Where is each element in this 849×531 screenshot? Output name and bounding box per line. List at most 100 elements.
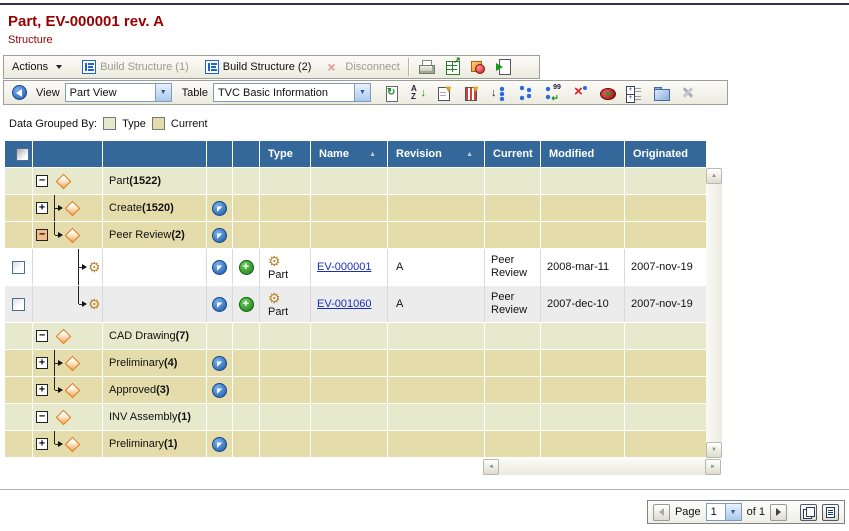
group-label-cell: Part (1522) [103,168,206,194]
folder-icon[interactable] [653,85,669,101]
scroll-left-button[interactable]: ◄ [483,459,499,475]
add-cell [233,168,259,194]
navigate-structure-icon[interactable] [212,260,227,275]
cut-structure-icon[interactable] [572,85,588,101]
navigate-structure-icon[interactable] [212,356,227,371]
revision-cell [388,350,484,376]
row-select-cell[interactable] [5,286,32,322]
structure-table: TypeName▲ Revision ▲ CurrentModified Origina… [5,141,706,458]
previous-page-button[interactable] [653,504,670,521]
navigate-structure-icon[interactable] [212,437,227,452]
add-cell[interactable] [233,286,259,322]
add-cell[interactable] [233,249,259,285]
expand-toggle[interactable]: + [36,438,48,450]
vertical-scrollbar[interactable]: ▲ ▼ [706,168,722,458]
sort-ascending-icon[interactable]: ▲ [466,151,473,158]
add-expand-icon[interactable] [239,297,254,312]
row-checkbox[interactable] [12,298,25,311]
column-revision[interactable]: Revision ▲ [388,141,484,167]
group-label: CAD Drawing [109,330,176,342]
navigate-cell[interactable] [207,377,232,403]
horizontal-scrollbar[interactable]: ◄ ► [483,459,721,475]
expand-level-icon[interactable] [491,85,507,101]
expand-toggle[interactable]: − [36,330,48,342]
expand-toggle[interactable]: + [36,384,48,396]
vertical-scroll-track[interactable] [706,184,722,442]
view-select[interactable]: Part View ▼ [65,83,172,102]
expand-toggle[interactable]: + [36,357,48,369]
filter-edit-icon[interactable] [437,85,453,101]
scroll-right-button[interactable]: ► [705,459,721,475]
navigate-cell[interactable] [207,195,232,221]
expand-toggle[interactable]: + [36,202,48,214]
expand-to-level-icon[interactable] [545,85,561,101]
tree-arrow-icon [58,232,63,238]
visualize-icon[interactable] [470,59,486,75]
build-structure-2-button[interactable]: Build Structure (2) [205,60,312,74]
actions-menu-button[interactable]: Actions [12,61,62,73]
add-expand-icon[interactable] [239,260,254,275]
navigate-cell[interactable] [207,431,232,457]
object-link[interactable]: EV-001060 [317,298,371,310]
column-type[interactable]: Type [260,141,310,167]
refresh-icon[interactable] [383,85,399,101]
row-select-cell[interactable] [5,249,32,285]
scroll-down-button[interactable]: ▼ [706,442,722,458]
column-modified[interactable]: Modified [541,141,624,167]
reporting-icon[interactable] [599,85,615,101]
data-grouped-by: Data Grouped By: TypeCurrent [9,117,208,130]
view-select-value: Part View [70,87,117,99]
navigate-structure-icon[interactable] [212,201,227,216]
filter-table-icon[interactable] [464,85,480,101]
navigate-structure-icon[interactable] [212,297,227,312]
expand-toggle[interactable]: − [36,411,48,423]
add-cell [233,222,259,248]
tree-arrow-icon [82,301,87,307]
navigate-structure-icon[interactable] [212,228,227,243]
export-table-icon[interactable] [444,59,460,75]
build-structure-1-button[interactable]: Build Structure (1) [82,60,189,74]
tree-cell: + [33,431,102,457]
object-link[interactable]: EV-000001 [317,261,371,273]
column-originated[interactable]: Originated [625,141,706,167]
row-select-cell [5,377,32,403]
scroll-up-button[interactable]: ▲ [706,168,722,184]
next-page-button[interactable] [770,504,787,521]
select-levels-icon[interactable] [626,85,642,101]
sort-ascending-icon[interactable]: ▲ [369,151,376,158]
column-current[interactable]: Current [485,141,540,167]
disconnect-button[interactable]: Disconnect [325,59,399,75]
originated-cell [625,404,706,430]
printer-icon[interactable] [418,59,434,75]
details-view-button[interactable] [822,504,839,521]
grouping-swatch[interactable] [152,117,165,130]
row-checkbox[interactable] [12,261,25,274]
grouping-swatch[interactable] [103,117,116,130]
column-name[interactable]: Name▲ [311,141,387,167]
current-cell [485,431,540,457]
select-all-checkbox[interactable] [16,148,29,161]
back-icon[interactable] [12,85,27,100]
table-select[interactable]: TVC Basic Information ▼ [213,83,371,102]
disconnect-x-icon [325,59,341,75]
expand-toggle[interactable]: − [36,175,48,187]
navigate-cell[interactable] [207,222,232,248]
tools-icon[interactable] [680,85,696,101]
navigate-cell[interactable] [207,249,232,285]
navigate-structure-icon[interactable] [212,383,227,398]
group-row: − CAD Drawing (7) [5,323,706,349]
group-label-cell: CAD Drawing (7) [103,323,206,349]
column-revision-label: Revision [396,148,442,160]
expand-toggle[interactable]: − [36,229,48,241]
horizontal-scroll-track[interactable] [499,459,705,475]
export-structure-icon[interactable] [496,59,512,75]
column-originated-label: Originated [633,148,688,160]
navigate-cell[interactable] [207,286,232,322]
expand-all-icon[interactable] [518,85,534,101]
multi-window-view-button[interactable] [800,504,817,521]
navigate-cell[interactable] [207,350,232,376]
page-number-select[interactable]: 1 ▼ [706,503,742,521]
sort-az-icon[interactable] [410,85,426,101]
name-cell [311,404,387,430]
page-title: Part, EV-000001 rev. A [8,13,164,30]
